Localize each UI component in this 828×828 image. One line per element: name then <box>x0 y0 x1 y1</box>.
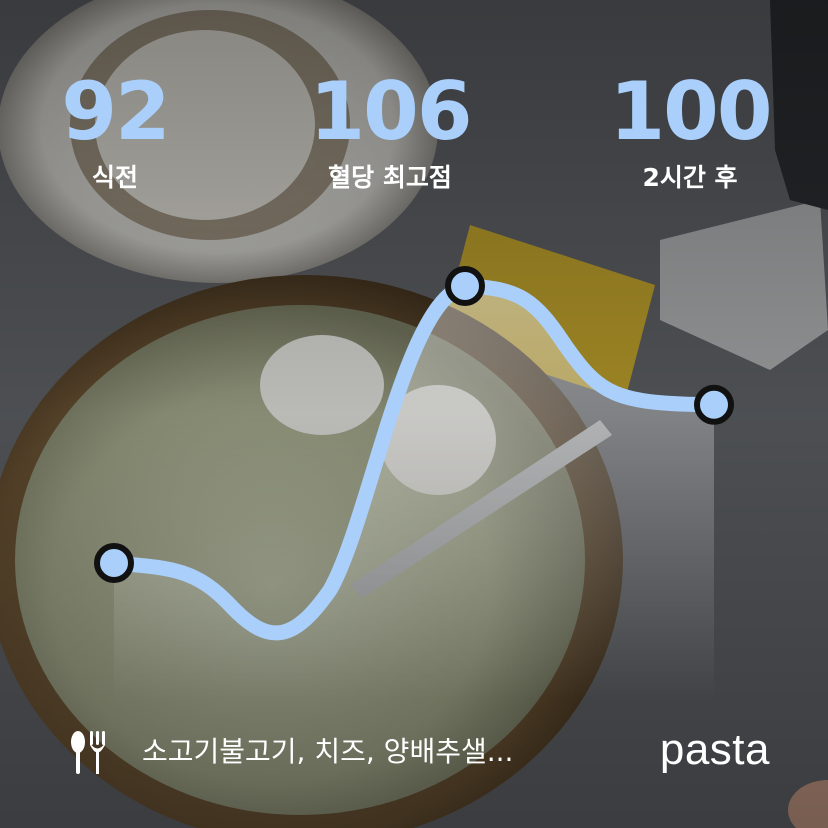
utensils-icon <box>71 731 105 774</box>
meal-summary: 소고기불고기, 치즈, 양배추샐... <box>68 728 513 776</box>
meal-description: 소고기불고기, 치즈, 양배추샐... <box>142 735 514 768</box>
share-card: 92 식전 106 혈당 최고점 100 2시간 후 소고기불고기, 치즈, 양… <box>0 0 828 828</box>
glucose-marker-3 <box>694 384 734 425</box>
glucose-marker-1 <box>94 543 134 583</box>
glucose-curve-chart <box>94 266 734 700</box>
glucose-marker-2 <box>445 266 485 306</box>
brand-logo: pasta <box>659 725 770 774</box>
